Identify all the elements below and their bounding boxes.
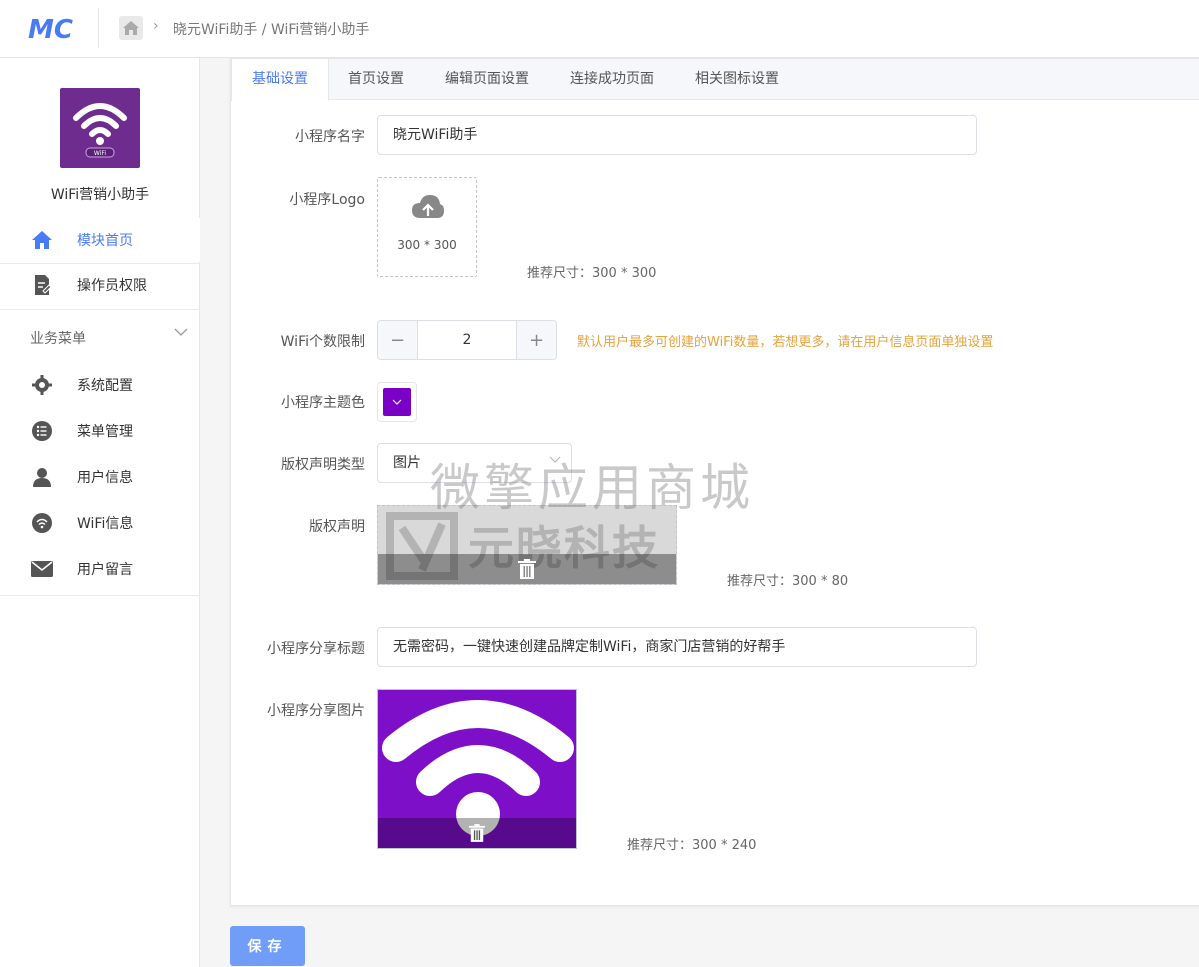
name-input[interactable]: 晓元WiFi助手	[377, 115, 977, 155]
sidebar-item-label: 系统配置	[77, 378, 133, 394]
gear-icon	[30, 373, 54, 397]
chevron-down-icon	[392, 399, 402, 405]
list-icon	[30, 419, 54, 443]
top-header: MC › 晓元WiFi助手 / WiFi营销小助手	[0, 0, 1199, 58]
sidebar-item-menu-management[interactable]: 菜单管理	[0, 409, 200, 453]
user-icon	[30, 465, 54, 489]
wifi-limit-value[interactable]: 2	[418, 321, 516, 359]
color-swatch	[383, 388, 411, 416]
logo-upload-size: 300 * 300	[397, 238, 457, 252]
breadcrumb[interactable]: 晓元WiFi助手 / WiFi营销小助手	[173, 19, 369, 39]
svg-text:WiFi: WiFi	[94, 150, 106, 157]
sidebar-item-user-info[interactable]: 用户信息	[0, 455, 200, 499]
theme-color-label: 小程序主题色	[281, 395, 365, 411]
sidebar-item-label: 模块首页	[77, 233, 133, 249]
sidebar-item-label: 菜单管理	[77, 424, 133, 440]
tab-bar: 基础设置 首页设置 编辑页面设置 连接成功页面 相关图标设置	[231, 59, 1199, 101]
share-title-input[interactable]: 无需密码，一键快速创建品牌定制WiFi，商家门店营销的好帮手	[377, 627, 977, 667]
share-image[interactable]	[377, 689, 577, 849]
sidebar-item-label: 操作员权限	[77, 278, 147, 294]
sidebar-divider	[0, 309, 200, 310]
mail-icon	[30, 557, 54, 581]
wifi-limit-label: WiFi个数限制	[280, 334, 365, 350]
logo-upload[interactable]: 300 * 300	[377, 177, 477, 277]
sidebar-item-label: 用户留言	[77, 562, 133, 578]
sidebar-item-label: 用户信息	[77, 470, 133, 486]
home-icon[interactable]	[119, 16, 143, 40]
sidebar-item-label: WiFi信息	[77, 516, 134, 532]
logo-size-hint: 推荐尺寸：300 * 300	[527, 266, 657, 281]
theme-color-picker[interactable]	[377, 382, 417, 422]
save-button[interactable]: 保存	[230, 926, 305, 966]
trash-icon[interactable]	[469, 824, 485, 842]
chevron-right-icon: ›	[153, 18, 159, 34]
tab-basic-settings[interactable]: 基础设置	[231, 59, 329, 101]
sidebar-divider	[0, 595, 200, 596]
watermark: 微擎应用商城	[430, 459, 754, 517]
trash-icon[interactable]	[518, 559, 536, 579]
share-image-label: 小程序分享图片	[267, 703, 365, 719]
mc-logo[interactable]: MC	[28, 14, 78, 42]
tab-edit-page-settings[interactable]: 编辑页面设置	[425, 59, 549, 100]
app-logo: WiFi	[60, 88, 140, 168]
sidebar-section-title: 业务菜单	[30, 331, 86, 347]
share-image-size-hint: 推荐尺寸：300 * 240	[627, 838, 757, 853]
sidebar: WiFi WiFi营销小助手 模块首页 操作员权限 业务菜单 系统配置 菜单管理	[0, 58, 200, 967]
sidebar-item-system-config[interactable]: 系统配置	[0, 363, 200, 407]
cloud-upload-icon	[412, 195, 444, 218]
app-name: WiFi营销小助手	[50, 187, 150, 203]
copyright-label: 版权声明	[309, 519, 365, 535]
name-label: 小程序名字	[295, 129, 365, 145]
wifi-limit-note: 默认用户最多可创建的WiFi数量，若想更多，请在用户信息页面单独设置	[577, 335, 994, 350]
logo-label: 小程序Logo	[289, 192, 365, 208]
svg-text:MC: MC	[28, 15, 73, 42]
image-overlay-bar	[378, 818, 576, 848]
increase-button[interactable]: +	[516, 321, 556, 359]
home-icon	[30, 228, 54, 252]
tab-icon-settings[interactable]: 相关图标设置	[675, 59, 799, 100]
edit-doc-icon	[30, 273, 54, 297]
chevron-down-icon[interactable]	[174, 324, 188, 340]
header-divider	[98, 8, 99, 48]
share-title-label: 小程序分享标题	[267, 641, 365, 657]
copyright-type-label: 版权声明类型	[281, 457, 365, 473]
copyright-type-value: 图片	[393, 455, 421, 471]
tab-connect-success-page[interactable]: 连接成功页面	[550, 59, 674, 100]
wifi-circle-icon	[30, 511, 54, 535]
wifi-limit-stepper: − 2 +	[377, 320, 557, 360]
sidebar-item-operator-permission[interactable]: 操作员权限	[0, 263, 200, 307]
sidebar-item-user-messages[interactable]: 用户留言	[0, 547, 200, 591]
sidebar-item-module-home[interactable]: 模块首页	[0, 218, 200, 262]
decrease-button[interactable]: −	[378, 321, 418, 359]
image-overlay-bar	[378, 554, 676, 584]
sidebar-item-wifi-info[interactable]: WiFi信息	[0, 501, 200, 545]
tab-home-settings[interactable]: 首页设置	[328, 59, 424, 100]
copyright-size-hint: 推荐尺寸：300 * 80	[727, 574, 849, 589]
